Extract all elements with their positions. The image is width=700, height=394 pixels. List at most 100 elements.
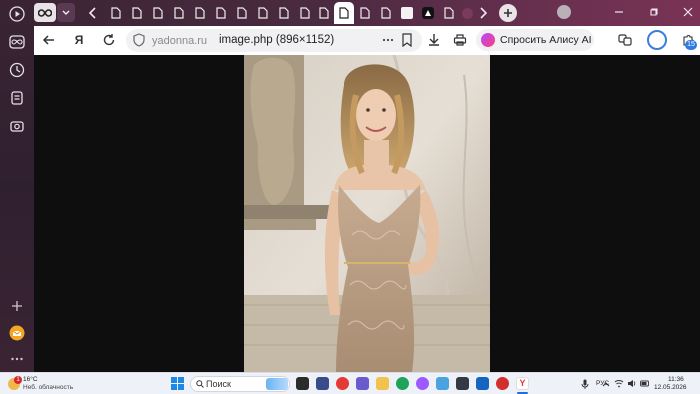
page-title[interactable]: image.php (896×1152)	[219, 34, 334, 46]
windows-icon	[171, 377, 184, 390]
profile-avatar[interactable]	[557, 5, 571, 19]
weather-alert-badge: 1	[14, 376, 22, 384]
back-button[interactable]	[40, 31, 58, 49]
document-icon	[319, 7, 329, 19]
taskbar-app-alice[interactable]	[416, 377, 429, 390]
yandex-browser-icon: Y	[519, 378, 526, 388]
tab[interactable]	[255, 4, 271, 22]
extension-button[interactable]	[647, 30, 667, 50]
taskbar-app-chat[interactable]	[436, 377, 449, 390]
extensions-badge: 15	[685, 40, 697, 50]
microphone-icon[interactable]	[581, 379, 589, 389]
tab-group-button[interactable]	[34, 3, 56, 22]
mail-button[interactable]	[7, 323, 27, 343]
document-icon	[381, 7, 391, 19]
document-icon	[444, 7, 454, 19]
tab[interactable]	[234, 4, 250, 22]
taskbar-app-explorer[interactable]	[376, 377, 389, 390]
tab[interactable]	[171, 4, 187, 22]
tab[interactable]	[378, 4, 394, 22]
arrow-left-icon	[42, 35, 54, 45]
document-icon	[216, 7, 226, 19]
tab[interactable]	[399, 4, 415, 22]
printer-icon	[453, 34, 467, 46]
minimize-icon	[615, 11, 623, 13]
photo-placeholder-icon	[244, 55, 490, 372]
alice-icon	[481, 33, 495, 47]
taskbar-app-edge[interactable]	[396, 377, 409, 390]
tab[interactable]	[108, 4, 124, 22]
collections-button[interactable]	[7, 88, 27, 108]
taskbar-app-photos[interactable]	[296, 377, 309, 390]
reload-icon	[103, 34, 115, 46]
displayed-image[interactable]	[244, 55, 490, 372]
url-domain[interactable]: yadonna.ru	[152, 35, 207, 47]
wifi-icon[interactable]	[614, 379, 624, 388]
document-icon	[111, 7, 121, 19]
taskbar-app-yandex-browser[interactable]: Y	[516, 377, 529, 390]
tab-active[interactable]	[334, 2, 354, 24]
tab[interactable]	[276, 4, 292, 22]
tab[interactable]	[316, 4, 332, 22]
page-menu-button[interactable]	[379, 31, 397, 49]
taskbar-app-shield[interactable]	[316, 377, 329, 390]
ask-alice-button[interactable]: Спросить Алису AI	[476, 29, 594, 51]
tab[interactable]	[459, 4, 475, 22]
more-icon	[11, 357, 23, 361]
start-button[interactable]	[171, 377, 184, 390]
more-button[interactable]	[7, 349, 27, 369]
history-icon	[9, 62, 25, 78]
search-icon	[196, 380, 204, 388]
tab-groups-button[interactable]	[7, 32, 27, 52]
clock-date[interactable]: 12.05.2026	[654, 384, 687, 391]
site-security-button[interactable]	[130, 31, 148, 49]
document-icon	[153, 7, 163, 19]
taskbar-app-yandex[interactable]	[336, 377, 349, 390]
new-tab-button[interactable]	[499, 4, 517, 22]
translate-button[interactable]	[616, 31, 634, 49]
tab-group-dropdown[interactable]	[57, 3, 75, 22]
weather-temperature: 16°C	[23, 376, 38, 383]
clock-time[interactable]: 11:36	[668, 376, 684, 383]
tab[interactable]	[420, 4, 436, 22]
taskbar-app-store[interactable]	[356, 377, 369, 390]
add-panel-button[interactable]	[7, 296, 27, 316]
tab[interactable]	[357, 4, 373, 22]
search-highlight-icon	[266, 378, 288, 390]
plus-icon	[504, 9, 512, 17]
scroll-tabs-right-button[interactable]	[474, 4, 492, 22]
print-button[interactable]	[451, 31, 469, 49]
ask-alice-label: Спросить Алису AI	[500, 34, 592, 46]
history-button[interactable]	[7, 60, 27, 80]
yandex-button[interactable]: Я	[70, 31, 88, 49]
collections-icon	[11, 91, 23, 105]
screenshot-button[interactable]	[7, 116, 27, 136]
taskbar-app-opera[interactable]	[496, 377, 509, 390]
infinity-icon	[9, 35, 25, 49]
minimize-button[interactable]	[612, 5, 626, 19]
volume-icon[interactable]	[627, 379, 637, 388]
tab[interactable]	[150, 4, 166, 22]
reload-button[interactable]	[100, 31, 118, 49]
scroll-tabs-left-button[interactable]	[84, 4, 102, 22]
document-icon	[237, 7, 247, 19]
restore-button[interactable]	[647, 5, 661, 19]
taskbar-app-blue[interactable]	[476, 377, 489, 390]
document-icon	[300, 7, 310, 19]
chevron-left-icon	[89, 7, 96, 19]
input-language[interactable]: РУС	[596, 380, 609, 387]
battery-icon[interactable]	[640, 379, 650, 388]
tab[interactable]	[129, 4, 145, 22]
taskbar-app-game[interactable]	[456, 377, 469, 390]
tab[interactable]	[213, 4, 229, 22]
tab[interactable]	[297, 4, 313, 22]
mail-icon	[9, 325, 25, 341]
bookmark-button[interactable]	[398, 31, 416, 49]
document-icon	[195, 7, 205, 19]
downloads-button[interactable]	[425, 31, 443, 49]
close-window-button[interactable]	[681, 5, 695, 19]
tab[interactable]	[441, 4, 457, 22]
tab-strip	[0, 0, 700, 26]
tab[interactable]	[192, 4, 208, 22]
play-button[interactable]	[7, 4, 27, 24]
